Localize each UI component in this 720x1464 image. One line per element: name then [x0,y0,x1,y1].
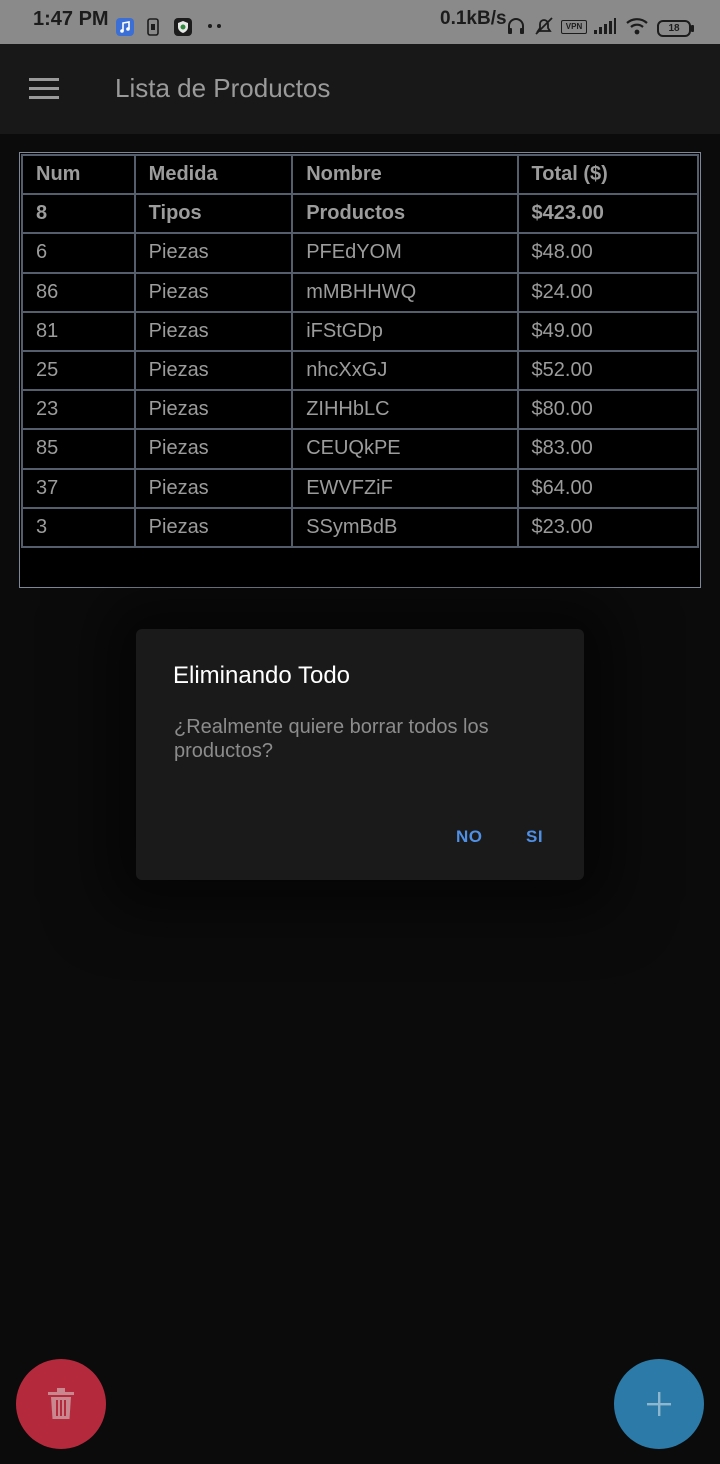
sim-icon [147,18,159,36]
cell-num: 37 [21,467,136,509]
cell-num: 81 [21,310,136,352]
shield-app-icon [174,18,192,36]
cell-total: $48.00 [516,232,700,274]
delete-all-dialog: Eliminando Todo ¿Realmente quiere borrar… [136,629,584,880]
table-row[interactable]: 6 Piezas PFEdYOM $48.00 [21,232,700,274]
header-total: Total ($) [516,153,700,196]
cell-total: $80.00 [516,389,700,431]
cell-num: 23 [21,389,136,431]
cell-medida: Piezas [133,428,294,470]
header-num: Num [21,153,136,196]
music-notification-icon [116,18,134,36]
signal-icon [594,18,616,34]
cell-nombre: mMBHHWQ [291,271,519,313]
header-nombre: Nombre [291,153,519,196]
cell-total: $49.00 [516,310,700,352]
cell-medida: Piezas [133,232,294,274]
cell-nombre: iFStGDp [291,310,519,352]
header-medida: Medida [133,153,294,196]
network-speed: 0.1kB/s [440,8,507,29]
cell-total: $83.00 [516,428,700,470]
cell-medida: Piezas [133,349,294,392]
cell-total: $24.00 [516,271,700,313]
status-bar: 1:47 PM 0.1kB/s VPN 18 [0,0,720,44]
vpn-icon: VPN [561,20,587,34]
table-row[interactable]: 37 Piezas EWVFZiF $64.00 [21,467,700,509]
table-header-row: Num Medida Nombre Total ($) [21,153,700,196]
yes-button[interactable]: SI [526,827,543,847]
table-row[interactable]: 85 Piezas CEUQkPE $83.00 [21,428,700,470]
cell-nombre: nhcXxGJ [291,349,519,392]
cell-nombre: PFEdYOM [291,232,519,274]
cell-medida: Piezas [133,467,294,509]
products-table: Num Medida Nombre Total ($) 8 Tipos Prod… [19,152,701,588]
cell-nombre: EWVFZiF [291,467,519,509]
table-row[interactable]: 86 Piezas mMBHHWQ $24.00 [21,271,700,313]
cell-num: 85 [21,428,136,470]
table-row[interactable]: 23 Piezas ZIHHbLC $80.00 [21,389,700,431]
hamburger-menu-icon[interactable] [29,78,59,100]
headphones-icon [508,18,524,34]
cell-nombre: ZIHHbLC [291,389,519,431]
add-product-button[interactable] [614,1359,704,1449]
wifi-icon [626,18,648,35]
cell-nombre: CEUQkPE [291,428,519,470]
no-button[interactable]: NO [456,827,483,847]
delete-all-button[interactable] [16,1359,106,1449]
cell-total: $64.00 [516,467,700,509]
summary-products: Productos [291,193,519,235]
cell-num: 3 [21,506,136,548]
cell-medida: Piezas [133,271,294,313]
summary-types: Tipos [133,193,294,235]
page-title: Lista de Productos [115,73,331,103]
cell-num: 6 [21,232,136,274]
table-row[interactable]: 81 Piezas iFStGDp $49.00 [21,310,700,352]
cell-num: 25 [21,349,136,392]
plus-icon [647,1392,671,1416]
table-summary-row: 8 Tipos Productos $423.00 [21,193,700,235]
cell-medida: Piezas [133,389,294,431]
cell-medida: Piezas [133,310,294,352]
cell-nombre: SSymBdB [291,506,519,548]
cell-total: $23.00 [516,506,700,548]
summary-total: $423.00 [516,193,700,235]
more-dots-icon [208,24,221,28]
table-row[interactable]: 3 Piezas SSymBdB $23.00 [21,506,700,548]
trash-icon [48,1388,74,1419]
cell-medida: Piezas [133,506,294,548]
cell-total: $52.00 [516,349,700,392]
dialog-title: Eliminando Todo [173,662,351,689]
cell-num: 86 [21,271,136,313]
summary-count: 8 [21,193,136,235]
dialog-message: ¿Realmente quiere borrar todos los produ… [174,716,489,762]
mute-icon [535,17,553,35]
app-bar: Lista de Productos [0,44,720,134]
status-time: 1:47 PM [33,8,109,30]
battery-icon: 18 [657,20,694,37]
table-row[interactable]: 25 Piezas nhcXxGJ $52.00 [21,349,700,392]
